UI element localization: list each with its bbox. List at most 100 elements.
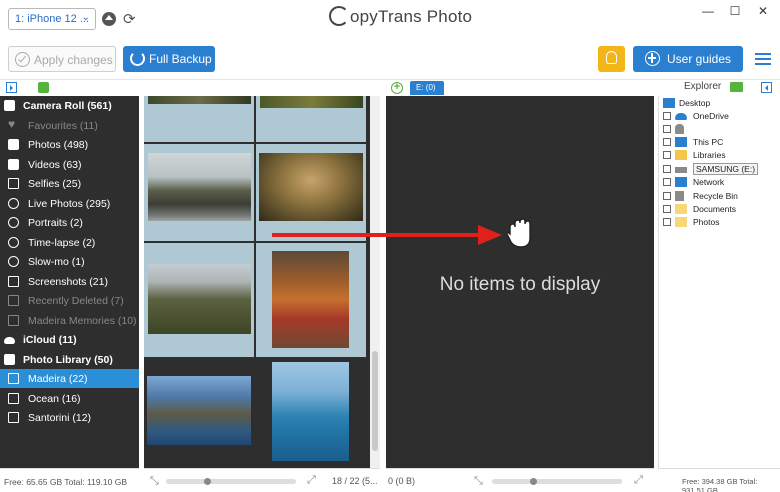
sidebar-item-screenshots[interactable]: Screenshots (21) [0,272,139,291]
photo-thumbnail[interactable] [272,362,349,461]
tree-item-label: This PC [693,137,724,147]
sidebar-section-icloud[interactable]: iCloud (11) [0,330,139,349]
photo-tile[interactable] [256,144,366,241]
checkbox[interactable] [663,178,671,186]
checkbox[interactable] [663,205,671,213]
heart-icon [8,117,19,131]
sidebar-item-label: Time-lapse (2) [28,236,96,249]
sidebar-item-live-photos[interactable]: Live Photos (295) [0,194,139,213]
network-icon [675,177,687,187]
photo-tile[interactable] [256,96,366,142]
tree-item-label: SAMSUNG (E:) [693,163,759,175]
zoom-out-icon[interactable]: ⤡ [150,475,159,488]
sidebar-section-photo-library[interactable]: Photo Library (50) [0,350,139,369]
folder-icon [675,217,687,227]
full-backup-button[interactable]: Full Backup [123,46,215,72]
user-guides-label: User guides [667,52,732,66]
sidebar-section-camera-roll[interactable]: Camera Roll (561) [0,96,139,115]
sidebar-item-favourites[interactable]: Favourites (11) [0,116,139,135]
sidebar-item-ocean[interactable]: Ocean (16) [0,389,139,408]
drive-contents-pane[interactable]: No items to display [386,96,654,468]
drive-status-bar: 0 (0 B) ⤡ ⤢ [386,468,654,492]
photo-tile[interactable] [256,243,366,357]
sidebar-item-label: Santorini (12) [28,412,92,424]
close-button[interactable]: ✕ [748,0,778,22]
sidebar-item-label: Live Photos (295) [28,197,111,210]
sidebar-item-selfies[interactable]: Selfies (25) [0,174,139,193]
minimize-button[interactable]: — [693,0,723,22]
sidebar-item-madeira-memories[interactable]: Madeira Memories (10) [0,311,139,330]
checkbox[interactable] [663,138,671,146]
sidebar-item-photos[interactable]: Photos (498) [0,135,139,154]
grid-status-bar: ⤡ ⤢ 18 / 22 (5... [144,468,380,492]
collapse-right-icon[interactable] [761,82,772,93]
checkbox[interactable] [663,165,671,173]
zoom-in-icon[interactable]: ⤢ [307,474,316,487]
photo-thumbnail[interactable] [147,376,251,445]
thumbnail-size-slider[interactable] [166,478,296,485]
folder-icon[interactable] [730,82,743,92]
camera-icon [4,353,15,365]
album-icon [8,373,19,384]
scrollbar-thumb[interactable] [372,351,378,451]
lifebuoy-icon [645,51,660,66]
trash-icon [8,295,19,306]
computer-icon [675,137,687,147]
sidebar-item-time-lapse[interactable]: Time-lapse (2) [0,233,139,252]
drive-item-count: 0 (0 B) [388,476,416,486]
sidebar-item-recently-deleted[interactable]: Recently Deleted (7) [0,291,139,310]
cube-icon [8,217,19,228]
eject-icon[interactable] [102,12,116,26]
checkbox[interactable] [663,125,671,133]
photo-tile[interactable] [144,96,254,142]
user-guides-button[interactable]: User guides [633,46,743,72]
checkbox[interactable] [663,112,671,120]
checkbox[interactable] [663,218,671,226]
collapse-left-icon[interactable] [6,82,17,93]
maximize-button[interactable]: ☐ [720,0,750,22]
user-icon [675,124,684,134]
sidebar-item-portraits[interactable]: Portraits (2) [0,213,139,232]
cloud-icon [675,113,687,120]
sidebar-section-label: Photo Library (50) [23,353,113,366]
checkbox[interactable] [663,151,671,159]
slider-knob[interactable] [530,478,537,485]
sidebar-item-madeira[interactable]: Madeira (22) [0,369,139,388]
zoom-out-icon[interactable]: ⤡ [474,475,483,488]
sidebar-item-label: Photos (498) [28,139,89,151]
checkbox[interactable] [663,192,671,200]
recycle-bin-icon [675,191,684,201]
tree-item-label: Documents [693,204,736,214]
tree-item-label: Desktop [679,98,711,108]
tab-drive-e[interactable]: E: (0) [410,81,444,95]
photo-thumbnail [148,264,251,334]
chevron-down-icon: ⌄ [81,12,90,23]
photo-thumbnail [260,96,363,108]
sidebar-section-label: iCloud (11) [23,334,77,346]
library-icon [675,150,687,160]
camera-icon [4,100,15,111]
sidebar-item-santorini[interactable]: Santorini (12) [0,408,139,427]
device-select-label: 1: iPhone 12 ... [15,13,89,25]
photo-tile[interactable] [144,243,254,357]
empty-message: No items to display [439,274,601,295]
zoom-in-icon[interactable]: ⤢ [634,474,643,487]
tree-item-label: Recycle Bin [693,191,738,201]
tips-button[interactable] [598,46,625,72]
explorer-label: Explorer [684,81,722,92]
photo-tile[interactable] [144,144,254,241]
refresh-icon[interactable]: ⟳ [123,10,137,28]
cloud-icon [4,337,15,344]
new-album-icon[interactable] [38,82,49,93]
sidebar-item-videos[interactable]: Videos (63) [0,155,139,174]
apply-changes-button[interactable]: Apply changes [8,46,116,72]
menu-icon[interactable] [755,53,771,68]
photo-thumbnail [148,153,251,221]
photo-thumbnail [148,96,251,104]
add-icon[interactable]: + [391,82,403,94]
sidebar-item-slow-mo[interactable]: Slow-mo (1) [0,252,139,271]
device-select[interactable]: 1: iPhone 12 ... ⌄ [8,8,96,30]
slider-knob[interactable] [204,478,211,485]
thumbnail-size-slider[interactable] [492,478,622,485]
grid-scrollbar[interactable] [370,96,380,468]
